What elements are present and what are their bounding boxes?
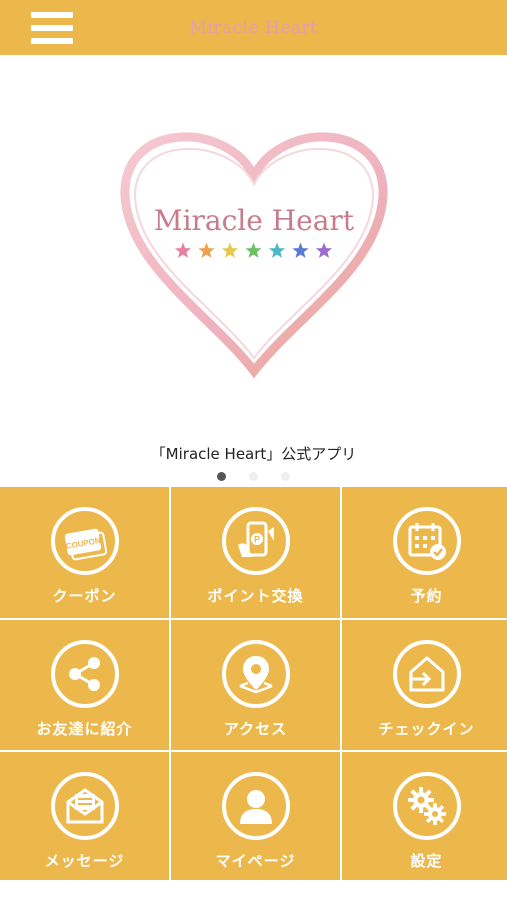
slide-dot-1[interactable] bbox=[217, 472, 226, 481]
message-envelope-icon bbox=[50, 772, 119, 840]
menu-tile-label: チェックイン bbox=[378, 720, 475, 738]
menu-tile-reservation[interactable]: 予約 bbox=[342, 487, 507, 618]
point-exchange-icon: P bbox=[221, 507, 290, 575]
calendar-reservation-icon bbox=[392, 507, 461, 575]
slide-caption: 「Miracle Heart」公式アプリ bbox=[150, 445, 357, 463]
menu-tile-label: クーポン bbox=[52, 587, 117, 605]
menu-tile-label: マイページ bbox=[215, 852, 296, 870]
image-slider[interactable]: Miracle Heart 「Miracle Heart」公式アプリ bbox=[0, 55, 507, 485]
menu-grid: COUPON クーポン P ポイント交換 予約 お友達に紹介 アクセス チェック… bbox=[0, 485, 507, 882]
menu-tile-label: お友達に紹介 bbox=[36, 720, 133, 738]
slider-pagination bbox=[0, 472, 507, 481]
slide-dot-3[interactable] bbox=[281, 472, 290, 481]
menu-tile-settings[interactable]: 設定 bbox=[342, 752, 507, 882]
checkin-icon bbox=[392, 640, 461, 708]
menu-tile-label: 設定 bbox=[410, 852, 443, 870]
miracle-heart-logo: Miracle Heart bbox=[120, 132, 388, 378]
menu-tile-label: メッセージ bbox=[44, 852, 125, 870]
menu-bar bbox=[31, 38, 73, 44]
app-header: Miracle Heart bbox=[0, 0, 507, 55]
menu-tile-label: 予約 bbox=[410, 587, 443, 605]
menu-tile-coupon[interactable]: COUPON クーポン bbox=[0, 487, 169, 618]
menu-tile-access[interactable]: アクセス bbox=[171, 620, 340, 750]
slide-dot-2[interactable] bbox=[249, 472, 258, 481]
logo-text: Miracle Heart bbox=[154, 204, 355, 237]
menu-tile-point-exchange[interactable]: P ポイント交換 bbox=[171, 487, 340, 618]
share-icon bbox=[50, 640, 119, 708]
menu-tile-mypage[interactable]: マイページ bbox=[171, 752, 340, 882]
app-title: Miracle Heart bbox=[189, 18, 318, 38]
menu-tile-checkin[interactable]: チェックイン bbox=[342, 620, 507, 750]
bottom-spacer bbox=[0, 880, 507, 900]
menu-tile-share[interactable]: お友達に紹介 bbox=[0, 620, 169, 750]
coupon-icon: COUPON bbox=[50, 507, 119, 575]
menu-tile-message[interactable]: メッセージ bbox=[0, 752, 169, 882]
menu-tile-label: アクセス bbox=[223, 720, 288, 738]
menu-tile-label: ポイント交換 bbox=[207, 587, 304, 605]
gear-icon bbox=[392, 772, 461, 840]
svg-text:P: P bbox=[253, 535, 259, 545]
map-pin-icon bbox=[221, 640, 290, 708]
user-icon bbox=[221, 772, 290, 840]
